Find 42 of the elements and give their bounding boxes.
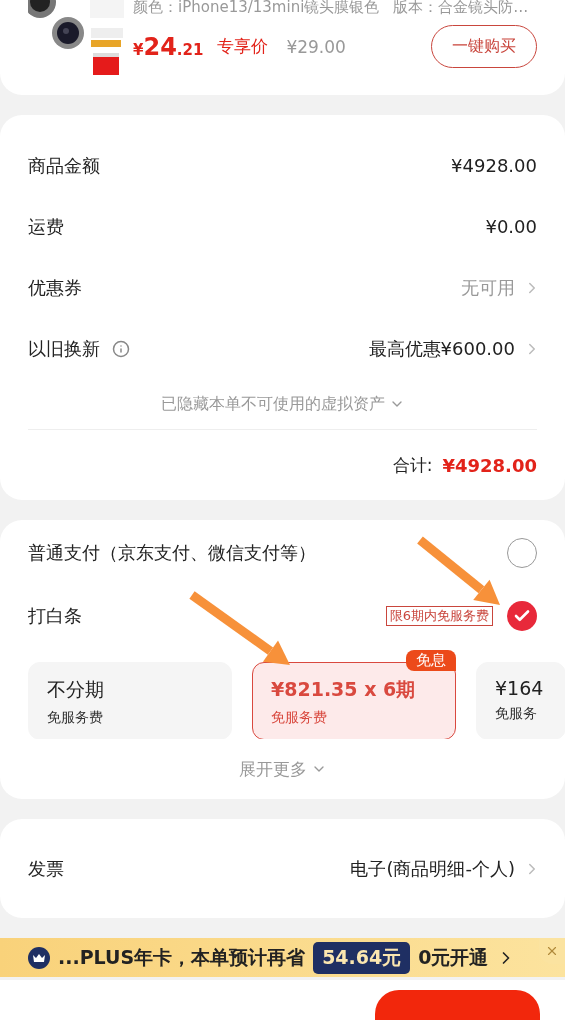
total-label: 合计:: [392, 453, 433, 477]
plus-promo-banner[interactable]: ...PLUS年卡，本单预计再省 54.64元 0元开通: [0, 938, 565, 977]
banner-text: ...PLUS年卡，本单预计再省: [58, 944, 306, 970]
payment-method-label: 普通支付（京东支付、微信支付等）: [28, 541, 316, 566]
row-label: 发票: [28, 856, 64, 881]
summary-row[interactable]: 以旧换新 最高优惠¥600.00: [28, 318, 537, 379]
row-label: 以旧换新: [28, 336, 100, 361]
total-amount: ¥4928.00: [442, 454, 537, 476]
product-spec: 版本：合金镜头防…: [393, 0, 529, 17]
crown-icon: [28, 946, 50, 969]
row-value: ¥4928.00: [451, 155, 537, 176]
option-subtitle: 免服务费: [271, 708, 328, 727]
installment-option[interactable]: 不分期 免服务费: [28, 661, 232, 740]
row-value: 电子(商品明细-个人): [350, 856, 515, 881]
row-label: 商品金额: [28, 153, 100, 178]
product-price: ¥24.21: [133, 32, 204, 61]
option-title: 不分期: [47, 676, 105, 702]
row-value: 无可用: [461, 275, 515, 300]
close-icon: [545, 944, 559, 958]
interest-free-badge: 免息: [406, 649, 456, 671]
info-icon[interactable]: [112, 339, 130, 358]
row-label: 运费: [28, 214, 64, 239]
product-spec: 颜色：iPhone13/13mini镜头膜银色: [133, 0, 380, 17]
installment-option[interactable]: ¥164 免服务: [476, 661, 565, 740]
option-subtitle: 免服务费: [47, 708, 104, 727]
radio-button[interactable]: [507, 601, 537, 632]
promo-tag: 限6期内免服务费: [385, 606, 493, 627]
option-subtitle: 免服务: [495, 704, 538, 723]
activate-link[interactable]: 0元开通: [418, 944, 489, 971]
option-title: ¥164: [495, 676, 545, 699]
original-price: ¥29.00: [286, 36, 346, 57]
price-tag: 专享价: [217, 35, 269, 58]
payment-method-label: 打白条: [28, 604, 82, 629]
row-label: 优惠券: [28, 275, 82, 300]
row-value: 最高优惠¥600.00: [368, 336, 515, 361]
submit-button[interactable]: [375, 990, 540, 1020]
option-title: ¥821.35 x 6期: [271, 676, 417, 702]
summary-row[interactable]: 优惠券 无可用: [28, 257, 537, 318]
radio-button[interactable]: [507, 538, 537, 569]
row-value: ¥0.00: [485, 216, 537, 237]
savings-amount: 54.64元: [313, 941, 411, 974]
buy-now-button[interactable]: 一键购买: [431, 25, 537, 68]
